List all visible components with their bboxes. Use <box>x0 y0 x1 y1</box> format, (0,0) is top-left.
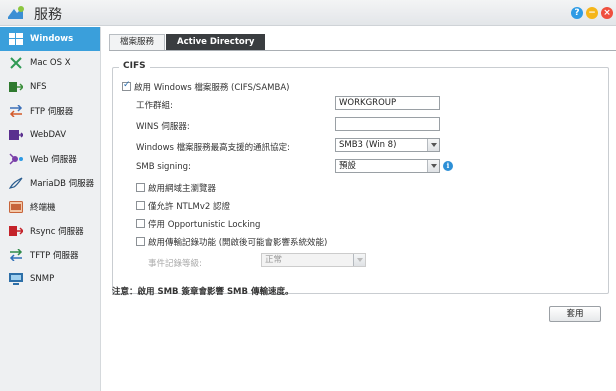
tab-active-directory[interactable]: Active Directory <box>166 34 266 50</box>
enable-cifs-checkbox[interactable] <box>122 80 131 91</box>
smb-signing-select[interactable]: 預設 <box>335 159 440 173</box>
transfer-log-label: 啟用傳輸記錄功能 (開啟後可能會影響系統效能) <box>148 238 328 248</box>
sidebar-item-rsync[interactable]: Rsync 伺服器 <box>0 219 100 243</box>
ftp-icon <box>8 104 24 118</box>
sidebar: Windows Mac OS X NFS FTP 伺服器 WebDAV Web … <box>0 27 101 391</box>
close-button[interactable]: × <box>601 7 613 19</box>
sidebar-item-mariadb[interactable]: MariaDB 伺服器 <box>0 171 100 195</box>
sidebar-item-tftp[interactable]: TFTP 伺服器 <box>0 243 100 267</box>
sidebar-item-label: NFS <box>30 82 47 92</box>
wins-server-label: WINS 伺服器: <box>136 122 190 132</box>
window-title: 服務 <box>34 7 62 23</box>
sidebar-item-mac-os-x[interactable]: Mac OS X <box>0 51 100 75</box>
sidebar-item-terminal[interactable]: 終端機 <box>0 195 100 219</box>
sidebar-item-label: Rsync 伺服器 <box>30 227 84 237</box>
rsync-icon <box>8 224 24 238</box>
log-level-value: 正常 <box>265 255 283 265</box>
sidebar-item-nfs[interactable]: NFS <box>0 75 100 99</box>
sidebar-item-label: TFTP 伺服器 <box>30 251 79 261</box>
domain-master-browser-checkbox[interactable] <box>136 183 145 192</box>
mac-icon <box>8 56 24 70</box>
minimize-button[interactable]: − <box>586 7 598 19</box>
services-app-icon <box>6 3 26 23</box>
terminal-icon <box>8 200 24 214</box>
webdav-icon <box>8 128 24 142</box>
tab-divider <box>109 50 616 51</box>
cifs-legend: CIFS <box>119 61 150 71</box>
web-server-icon <box>8 152 24 166</box>
sidebar-item-snmp[interactable]: SNMP <box>0 267 100 291</box>
help-button[interactable]: ? <box>571 7 583 19</box>
chevron-down-icon <box>427 160 439 172</box>
sidebar-item-web-server[interactable]: Web 伺服器 <box>0 147 100 171</box>
chevron-down-icon <box>427 139 439 151</box>
main-panel: 檔案服務 Active Directory CIFS 啟用 Windows 檔案… <box>101 27 616 391</box>
ntlmv2-only-checkbox[interactable] <box>136 201 145 210</box>
sidebar-item-label: MariaDB 伺服器 <box>30 179 95 189</box>
domain-master-browser-label: 啟用網域主瀏覽器 <box>148 184 217 194</box>
sidebar-item-label: FTP 伺服器 <box>30 107 74 117</box>
title-bar: 服務 ? − × <box>0 0 616 26</box>
sidebar-item-windows[interactable]: Windows <box>0 27 100 51</box>
sidebar-item-webdav[interactable]: WebDAV <box>0 123 100 147</box>
sidebar-item-label: Web 伺服器 <box>30 155 77 165</box>
windows-icon <box>8 32 24 46</box>
sidebar-item-label: 終端機 <box>30 203 56 213</box>
workgroup-input[interactable]: WORKGROUP <box>335 96 440 110</box>
disable-oplocks-checkbox[interactable] <box>136 219 145 228</box>
log-level-select[interactable]: 正常 <box>261 253 366 267</box>
log-level-label: 事件記錄等級: <box>148 259 202 269</box>
max-protocol-label: Windows 檔案服務最高支援的通訊協定: <box>136 143 291 153</box>
chevron-down-icon <box>353 254 365 266</box>
apply-button[interactable]: 套用 <box>549 306 601 322</box>
sidebar-item-ftp[interactable]: FTP 伺服器 <box>0 99 100 123</box>
tftp-icon <box>8 248 24 262</box>
nfs-icon <box>8 80 24 94</box>
sidebar-item-label: Windows <box>30 34 74 44</box>
tab-bar: 檔案服務 Active Directory <box>109 34 266 50</box>
database-icon <box>8 176 24 190</box>
max-protocol-value: SMB3 (Win 8) <box>339 140 397 150</box>
smb-signing-note: 注意：啟用 SMB 簽章會影響 SMB 傳輸速度。 <box>112 287 294 297</box>
sidebar-item-label: SNMP <box>30 274 55 284</box>
tab-file-service[interactable]: 檔案服務 <box>109 34 166 50</box>
disable-oplocks-label: 停用 Opportunistic Locking <box>148 220 261 230</box>
sidebar-item-label: Mac OS X <box>30 58 71 68</box>
smb-signing-label: SMB signing: <box>136 162 191 172</box>
smb-signing-value: 預設 <box>339 161 357 171</box>
transfer-log-checkbox[interactable] <box>136 237 145 246</box>
sidebar-item-label: WebDAV <box>30 130 67 140</box>
ntlmv2-only-label: 僅允許 NTLMv2 認證 <box>148 202 230 212</box>
max-protocol-select[interactable]: SMB3 (Win 8) <box>335 138 440 152</box>
enable-cifs-label: 啟用 Windows 檔案服務 (CIFS/SAMBA) <box>134 83 290 93</box>
snmp-icon <box>8 272 24 286</box>
wins-server-input[interactable] <box>335 117 440 131</box>
workgroup-label: 工作群組: <box>136 101 173 111</box>
info-icon[interactable]: i <box>443 161 453 171</box>
